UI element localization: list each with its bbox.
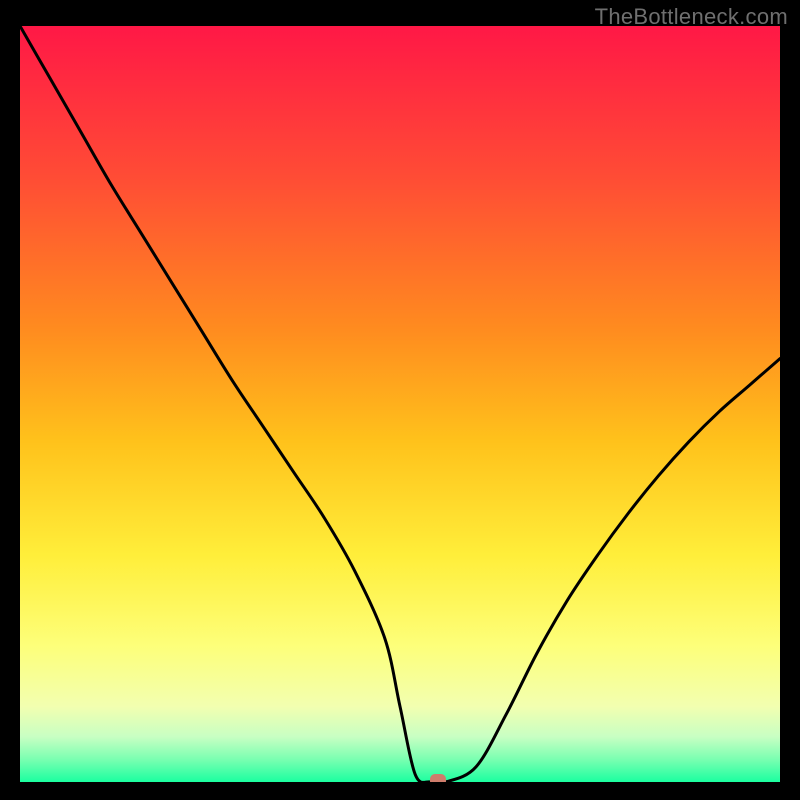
- optimal-point-marker: [430, 774, 446, 782]
- plot-area: [20, 26, 780, 782]
- chart-frame: TheBottleneck.com: [0, 0, 800, 800]
- chart-svg: [20, 26, 780, 782]
- gradient-background: [20, 26, 780, 782]
- watermark-label: TheBottleneck.com: [595, 4, 788, 30]
